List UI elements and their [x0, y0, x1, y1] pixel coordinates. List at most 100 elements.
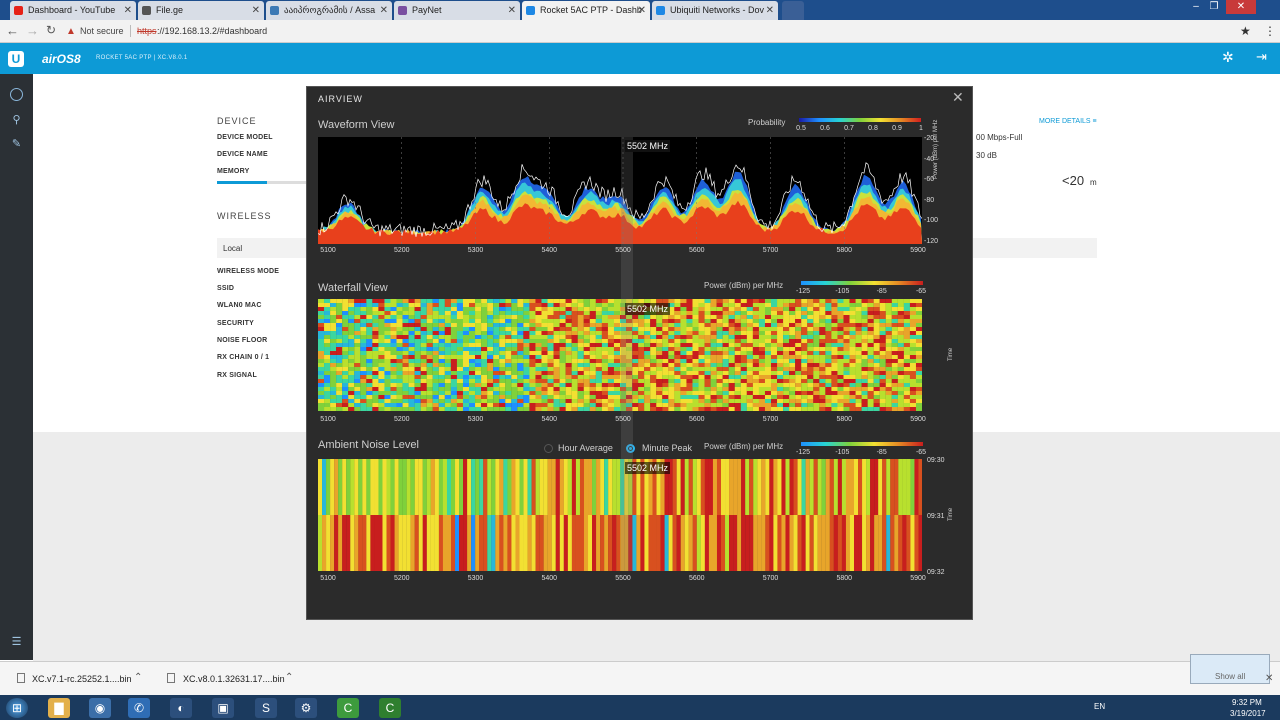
wand-icon[interactable]: ✎: [10, 138, 23, 151]
skype-icon[interactable]: S: [255, 698, 277, 718]
close-window-icon[interactable]: ✕: [1226, 0, 1256, 14]
close-icon[interactable]: ✕: [766, 1, 774, 20]
waterfall-cell: [432, 303, 439, 307]
tab-paynet[interactable]: PayNet ✕: [394, 1, 520, 20]
waterfall-cell: [746, 339, 753, 343]
firefox-icon[interactable]: ◐: [170, 698, 192, 718]
waterfall-cell: [378, 339, 385, 343]
language-indicator[interactable]: EN: [1094, 702, 1105, 711]
close-icon[interactable]: ✕: [952, 89, 964, 106]
close-icon[interactable]: ✕: [638, 1, 646, 20]
waterfall-cell: [626, 391, 633, 395]
ambient-cell: [708, 459, 714, 515]
logout-icon[interactable]: ⇥: [1256, 49, 1267, 65]
menu-icon[interactable]: ⋮: [1264, 24, 1276, 38]
paynet-icon: [398, 6, 407, 15]
ambient-cell: [684, 459, 689, 515]
close-icon[interactable]: ✕: [252, 1, 260, 20]
waterfall-cell: [366, 387, 373, 391]
back-icon[interactable]: ←: [6, 23, 19, 38]
waterfall-cell: [529, 343, 536, 347]
show-all-popup[interactable]: Show all: [1190, 654, 1270, 684]
close-icon[interactable]: ✕: [1265, 673, 1273, 684]
new-tab-button[interactable]: [782, 1, 804, 20]
clock-date[interactable]: 3/19/2017: [1230, 709, 1266, 718]
waterfall-cell: [607, 347, 615, 351]
waterfall-cell: [795, 355, 802, 359]
waterfall-cell: [535, 307, 542, 311]
waterfall-cell: [511, 299, 518, 303]
waterfall-cell: [571, 379, 578, 383]
tab-assa[interactable]: ააიპროგრამის / Assa ✕: [266, 1, 392, 20]
hour-average-label[interactable]: Hour Average: [558, 443, 613, 453]
folder-icon[interactable]: ▇: [48, 698, 70, 718]
start-icon[interactable]: ⊞: [6, 698, 28, 718]
show-all-label[interactable]: Show all: [1215, 672, 1245, 681]
close-icon[interactable]: ✕: [380, 1, 388, 20]
tab-label: File.ge: [156, 5, 184, 15]
waterfall-cell: [607, 303, 615, 307]
waterfall-cell: [342, 375, 349, 379]
waterfall-cell: [885, 299, 892, 303]
waterfall-cell: [674, 311, 681, 315]
waterfall-cell: [408, 371, 415, 375]
waterfall-cell: [571, 403, 578, 407]
tab-ubiquiti[interactable]: Ubiquiti Networks - Dov ✕: [652, 1, 778, 20]
ambient-cell: [845, 459, 851, 515]
download-item-2[interactable]: XC.v8.0.1.32631.17....bin: [183, 674, 285, 684]
more-details-link[interactable]: MORE DETAILS ≡: [1039, 118, 1097, 125]
waterfall-cell: [686, 323, 693, 327]
waterfall-cell: [613, 307, 621, 311]
url-scheme[interactable]: https: [137, 26, 157, 36]
waterfall-cell: [523, 367, 530, 371]
waterfall-cell: [662, 335, 669, 339]
waterfall-cell: [710, 343, 717, 347]
restore-icon[interactable]: ❐: [1206, 0, 1222, 14]
waterfall-cell: [734, 323, 741, 327]
reload-icon[interactable]: ↻: [46, 23, 56, 37]
waterfall-cell: [909, 407, 917, 411]
waterfall-cell: [813, 371, 820, 375]
minute-peak-radio[interactable]: [626, 444, 635, 453]
waterfall-cell: [354, 355, 361, 359]
security-label[interactable]: Not secure: [80, 26, 124, 36]
waterfall-cell: [764, 399, 772, 403]
waterfall-cell: [861, 363, 868, 367]
steam-icon[interactable]: ⚙: [295, 698, 317, 718]
chrome-icon[interactable]: ◉: [89, 698, 111, 718]
waterfall-cell: [638, 323, 645, 327]
chevron-up-icon[interactable]: ⌃: [285, 672, 293, 683]
waterfall-cell: [408, 307, 415, 311]
tab-youtube[interactable]: Dashboard - YouTube ✕: [10, 1, 136, 20]
close-icon[interactable]: ✕: [508, 1, 516, 20]
minimize-icon[interactable]: –: [1188, 0, 1204, 14]
app-green-icon[interactable]: C: [337, 698, 359, 718]
remote-desktop-icon[interactable]: ▣: [212, 698, 234, 718]
phone-icon[interactable]: ✆: [128, 698, 150, 718]
clock-time[interactable]: 9:32 PM: [1232, 698, 1262, 707]
hour-average-radio[interactable]: [544, 444, 553, 453]
waterfall-cell: [444, 407, 451, 411]
search-icon[interactable]: ⚲: [10, 114, 23, 127]
tab-filege[interactable]: File.ge ✕: [138, 1, 264, 20]
waterfall-cell: [638, 375, 645, 379]
star-icon[interactable]: ★: [1240, 24, 1251, 38]
waterfall-cell: [438, 367, 445, 371]
close-icon[interactable]: ✕: [124, 1, 132, 20]
chevron-up-icon[interactable]: ⌃: [134, 672, 142, 683]
dashboard-icon[interactable]: [10, 88, 23, 101]
ambient-cell: [737, 515, 742, 571]
waterfall-cell: [855, 375, 862, 379]
waterfall-cell: [764, 335, 772, 339]
tools-icon[interactable]: ✲: [1222, 49, 1234, 66]
forward-icon[interactable]: →: [26, 23, 39, 38]
app-terminal-icon[interactable]: C: [379, 698, 401, 718]
minute-peak-label[interactable]: Minute Peak: [642, 443, 692, 453]
log-icon[interactable]: ☰: [10, 636, 23, 649]
waterfall-cell: [867, 391, 874, 395]
url-text[interactable]: ://192.168.13.2/#dashboard: [157, 26, 267, 36]
waterfall-cell: [589, 335, 596, 339]
download-item-1[interactable]: XC.v7.1-rc.25252.1....bin: [32, 674, 132, 684]
waterfall-cell: [535, 379, 542, 383]
tab-rocket[interactable]: Rocket 5AC PTP - Dashb ✕: [522, 1, 650, 20]
